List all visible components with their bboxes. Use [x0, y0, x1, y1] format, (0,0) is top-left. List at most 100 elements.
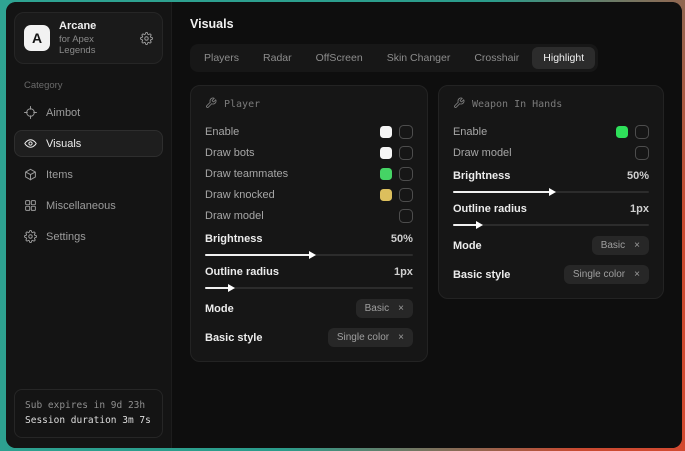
- toggle-row-draw-bots: Draw bots: [205, 142, 413, 163]
- checkbox[interactable]: [399, 146, 413, 160]
- toggle-label: Enable: [453, 126, 616, 138]
- slider-label: Brightness: [453, 170, 627, 182]
- gear-icon[interactable]: [140, 32, 153, 45]
- checkbox[interactable]: [399, 125, 413, 139]
- sidebar-item-label: Aimbot: [46, 107, 80, 119]
- slider-row-outline-radius: Outline radius1px: [453, 203, 649, 226]
- slider-thumb[interactable]: [228, 284, 235, 292]
- panel-player: PlayerEnableDraw botsDraw teammatesDraw …: [190, 85, 428, 362]
- tab-players[interactable]: Players: [193, 47, 250, 69]
- select-label: Mode: [453, 240, 592, 252]
- tag-remove-icon[interactable]: ×: [634, 269, 640, 280]
- tab-radar[interactable]: Radar: [252, 47, 303, 69]
- sidebar-item-miscellaneous[interactable]: Miscellaneous: [14, 192, 163, 219]
- panel-title: Weapon In Hands: [472, 99, 562, 110]
- toggle-row-draw-model: Draw model: [453, 142, 649, 163]
- toggle-label: Draw model: [205, 210, 399, 222]
- slider-row-outline-radius: Outline radius1px: [205, 266, 413, 289]
- toggle-controls: [380, 188, 413, 202]
- tag-remove-icon[interactable]: ×: [634, 240, 640, 251]
- toggle-controls: [380, 167, 413, 181]
- sidebar-item-label: Miscellaneous: [46, 200, 116, 212]
- select-tag[interactable]: Single color×: [328, 328, 413, 347]
- sidebar-item-visuals[interactable]: Visuals: [14, 130, 163, 157]
- slider-label: Brightness: [205, 233, 391, 245]
- slider-thumb[interactable]: [476, 221, 483, 229]
- color-swatch[interactable]: [380, 126, 392, 138]
- tag-text: Single color: [573, 269, 625, 280]
- toggle-label: Draw teammates: [205, 168, 380, 180]
- select-label: Mode: [205, 303, 356, 315]
- toggle-row-draw-teammates: Draw teammates: [205, 163, 413, 184]
- slider-header: Brightness50%: [453, 170, 649, 182]
- checkbox[interactable]: [635, 125, 649, 139]
- slider-track[interactable]: [453, 191, 649, 193]
- toggle-row-draw-model: Draw model: [205, 205, 413, 226]
- sub-expires-text: Sub expires in 9d 23h: [25, 398, 152, 414]
- sidebar-item-settings[interactable]: Settings: [14, 223, 163, 250]
- slider-track[interactable]: [205, 254, 413, 256]
- crosshair-icon: [24, 106, 37, 119]
- select-tag[interactable]: Single color ×: [564, 265, 649, 284]
- slider-track[interactable]: [205, 287, 413, 289]
- tab-highlight[interactable]: Highlight: [532, 47, 595, 69]
- slider-fill: [453, 191, 551, 193]
- tab-skin-changer[interactable]: Skin Changer: [376, 47, 462, 69]
- tab-crosshair[interactable]: Crosshair: [463, 47, 530, 69]
- toggle-controls: [635, 146, 649, 160]
- select-row-basic-style: Basic styleSingle color×: [205, 328, 413, 347]
- select-row-basic-style: Basic style Single color ×: [453, 265, 649, 284]
- sidebar-item-items[interactable]: Items: [14, 161, 163, 188]
- slider-value: 50%: [627, 170, 649, 182]
- slider-header: Brightness50%: [205, 233, 413, 245]
- slider-header: Outline radius1px: [205, 266, 413, 278]
- app-title: Arcane: [59, 20, 131, 32]
- panel-header: Player: [205, 97, 413, 112]
- select-tag[interactable]: Basic×: [592, 236, 649, 255]
- eye-icon: [24, 137, 37, 150]
- slider-value: 50%: [391, 233, 413, 245]
- select-row-mode: ModeBasic×: [453, 236, 649, 255]
- checkbox[interactable]: [399, 188, 413, 202]
- slider-thumb[interactable]: [309, 251, 316, 259]
- toggle-controls: [380, 125, 413, 139]
- checkbox[interactable]: [399, 209, 413, 223]
- slider-header: Outline radius1px: [453, 203, 649, 215]
- color-swatch[interactable]: [380, 168, 392, 180]
- app-subtitle: for Apex Legends: [59, 34, 131, 56]
- select-tag[interactable]: Basic ×: [356, 299, 413, 318]
- slider-value: 1px: [630, 203, 649, 215]
- slider-label: Outline radius: [453, 203, 630, 215]
- app-card: A Arcane for Apex Legends: [14, 12, 163, 64]
- slider-thumb[interactable]: [549, 188, 556, 196]
- slider-fill: [453, 224, 478, 226]
- panel-header: Weapon In Hands: [453, 97, 649, 112]
- sidebar-item-label: Items: [46, 169, 73, 181]
- toggle-label: Draw model: [453, 147, 635, 159]
- select-label: Basic style: [453, 269, 564, 281]
- app-logo: A: [24, 25, 50, 51]
- checkbox[interactable]: [399, 167, 413, 181]
- slider-track[interactable]: [453, 224, 649, 226]
- box-icon: [24, 168, 37, 181]
- tab-offscreen[interactable]: OffScreen: [305, 47, 374, 69]
- tag-remove-icon[interactable]: ×: [398, 303, 404, 314]
- tab-bar: PlayersRadarOffScreenSkin ChangerCrossha…: [190, 44, 598, 72]
- sidebar-item-label: Visuals: [46, 138, 81, 150]
- color-swatch[interactable]: [616, 126, 628, 138]
- color-swatch[interactable]: [380, 189, 392, 201]
- toggle-row-enable: Enable: [453, 121, 649, 142]
- weapon-icon: [453, 97, 465, 112]
- sidebar-item-aimbot[interactable]: Aimbot: [14, 99, 163, 126]
- toggle-label: Draw bots: [205, 147, 380, 159]
- main-content: Visuals PlayersRadarOffScreenSkin Change…: [172, 2, 682, 448]
- color-swatch[interactable]: [380, 147, 392, 159]
- app-titles: Arcane for Apex Legends: [59, 20, 131, 56]
- tag-text: Basic: [365, 303, 389, 314]
- tag-remove-icon[interactable]: ×: [398, 332, 404, 343]
- panels-container: Player Enable Draw bots Draw teammates Draw …: [190, 85, 664, 362]
- checkbox[interactable]: [635, 146, 649, 160]
- sidebar-spacer: [14, 250, 163, 389]
- sidebar: A Arcane for Apex Legends Category Aimbo…: [6, 2, 172, 448]
- slider-row-brightness: Brightness50%: [453, 170, 649, 193]
